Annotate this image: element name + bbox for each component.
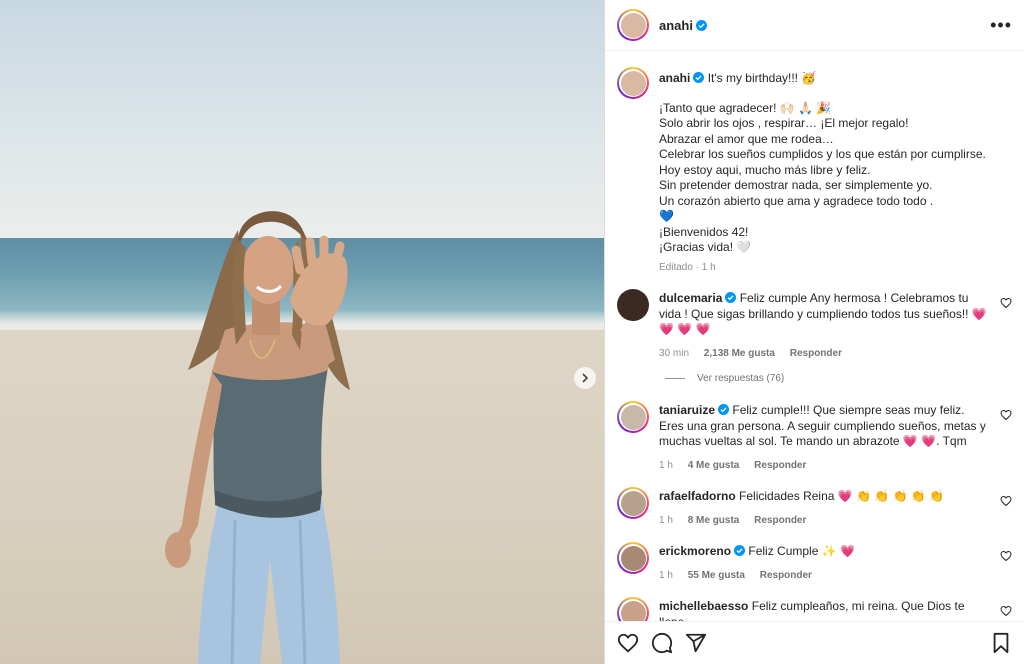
comment-text: Felicidades Reina 💗 👏 👏 👏 👏 👏	[739, 489, 945, 503]
verified-badge-icon	[734, 545, 746, 556]
comments-scroll-area[interactable]: anahi It's my birthday!!! 🥳 ¡Tanto que a…	[605, 51, 1024, 621]
verified-badge-icon	[693, 72, 705, 83]
comment-username[interactable]: taniaruize	[659, 403, 715, 417]
caption: anahi It's my birthday!!! 🥳 ¡Tanto que a…	[617, 67, 1012, 275]
view-replies-label: Ver respuestas (76)	[697, 373, 785, 384]
comment-username[interactable]: erickmoreno	[659, 544, 731, 558]
caption-line: Solo abrir los ojos , respirar… ¡El mejo…	[659, 116, 909, 130]
like-comment-icon[interactable]	[1000, 550, 1012, 562]
comment: erickmoreno Feliz Cumple ✨ 💗 1 h 55 Me g…	[617, 542, 1012, 583]
post-photo	[0, 0, 604, 664]
comment: taniaruize Feliz cumple!!! Que siempre s…	[617, 401, 1012, 473]
post-action-bar	[605, 621, 1024, 664]
caption-line: ¡Tanto que agradecer! 🙌🏻 🙏🏻 🎉	[659, 100, 832, 115]
more-options-icon[interactable]: •••	[990, 15, 1012, 36]
verified-badge-icon	[718, 404, 730, 415]
comment-likes[interactable]: 55 Me gusta	[688, 570, 745, 581]
reply-button[interactable]: Responder	[790, 348, 842, 359]
caption-line: Abrazar el amor que me rodea…	[659, 131, 834, 146]
caption-line: ¡Bienvenidos 42!	[659, 224, 749, 239]
caption-text: ¡Tanto que agradecer! 🙌🏻 🙏🏻 🎉 Solo abrir…	[659, 101, 1012, 256]
comment-username[interactable]: rafaelfadorno	[659, 489, 736, 503]
author-avatar[interactable]	[617, 67, 649, 99]
like-comment-icon[interactable]	[1000, 297, 1012, 309]
reply-button[interactable]: Responder	[754, 515, 806, 526]
comment-likes[interactable]: 2,138 Me gusta	[704, 348, 775, 359]
post-side-panel: anahi ••• anahi It's my birthday!!! 🥳 ¡T…	[604, 0, 1024, 664]
reply-button[interactable]: Responder	[754, 460, 806, 471]
caption-line: Hoy estoy aqui, mucho más libre y feliz.	[659, 162, 871, 177]
caption-line: Celebrar los sueños cumplidos y los que …	[659, 147, 986, 161]
like-heart-icon[interactable]	[617, 632, 639, 654]
chevron-right-icon	[582, 373, 589, 383]
like-comment-icon[interactable]	[1000, 495, 1012, 507]
reply-button[interactable]: Responder	[760, 570, 812, 581]
like-comment-icon[interactable]	[1000, 605, 1012, 617]
instagram-post-modal: anahi ••• anahi It's my birthday!!! 🥳 ¡T…	[0, 0, 1024, 664]
comment-time: 30 min	[659, 347, 690, 359]
comment-bubble-icon[interactable]	[651, 632, 673, 654]
view-replies-button[interactable]: Ver respuestas (76)	[665, 373, 784, 384]
comment: dulcemaria Feliz cumple Any hermosa ! Ce…	[617, 289, 1012, 361]
divider-line	[665, 378, 685, 379]
photo-woman-waving	[165, 211, 350, 664]
caption-line: ¡Gracias vida! 🤍	[659, 240, 752, 254]
comment-time: 1 h	[659, 459, 673, 471]
comment-time: 1 h	[659, 514, 673, 526]
comment-username[interactable]: dulcemaria	[659, 291, 722, 305]
author-username[interactable]: anahi	[659, 18, 693, 33]
comment-likes[interactable]: 8 Me gusta	[688, 515, 740, 526]
caption-line: Sin pretender demostrar nada, ser simple…	[659, 178, 933, 192]
verified-badge-icon	[695, 19, 707, 31]
save-bookmark-icon[interactable]	[990, 632, 1012, 654]
comment-username[interactable]: michellebaesso	[659, 599, 748, 613]
post-header: anahi •••	[605, 0, 1024, 51]
commenter-avatar[interactable]	[617, 597, 649, 621]
verified-badge-icon	[725, 292, 737, 303]
comment: michellebaesso Feliz cumpleaños, mi rein…	[617, 597, 1012, 621]
like-comment-icon[interactable]	[1000, 409, 1012, 421]
comment-likes[interactable]: 4 Me gusta	[688, 460, 740, 471]
commenter-avatar[interactable]	[617, 401, 649, 433]
edited-label: Editado · 1 h	[659, 261, 716, 273]
share-send-icon[interactable]	[685, 632, 707, 654]
comment-time: 1 h	[659, 569, 673, 581]
commenter-avatar[interactable]	[617, 289, 649, 321]
author-avatar[interactable]	[617, 9, 649, 41]
comment: rafaelfadorno Felicidades Reina 💗 👏 👏 👏 …	[617, 487, 1012, 528]
next-photo-button[interactable]	[574, 367, 596, 389]
caption-line: 💙	[659, 209, 674, 223]
caption-line: Un corazón abierto que ama y agradece to…	[659, 193, 934, 208]
comment-text: Feliz Cumple ✨ 💗	[748, 544, 855, 558]
commenter-avatar[interactable]	[617, 542, 649, 574]
caption-first-line: It's my birthday!!! 🥳	[707, 71, 817, 85]
commenter-avatar[interactable]	[617, 487, 649, 519]
caption-username[interactable]: anahi	[659, 71, 690, 85]
